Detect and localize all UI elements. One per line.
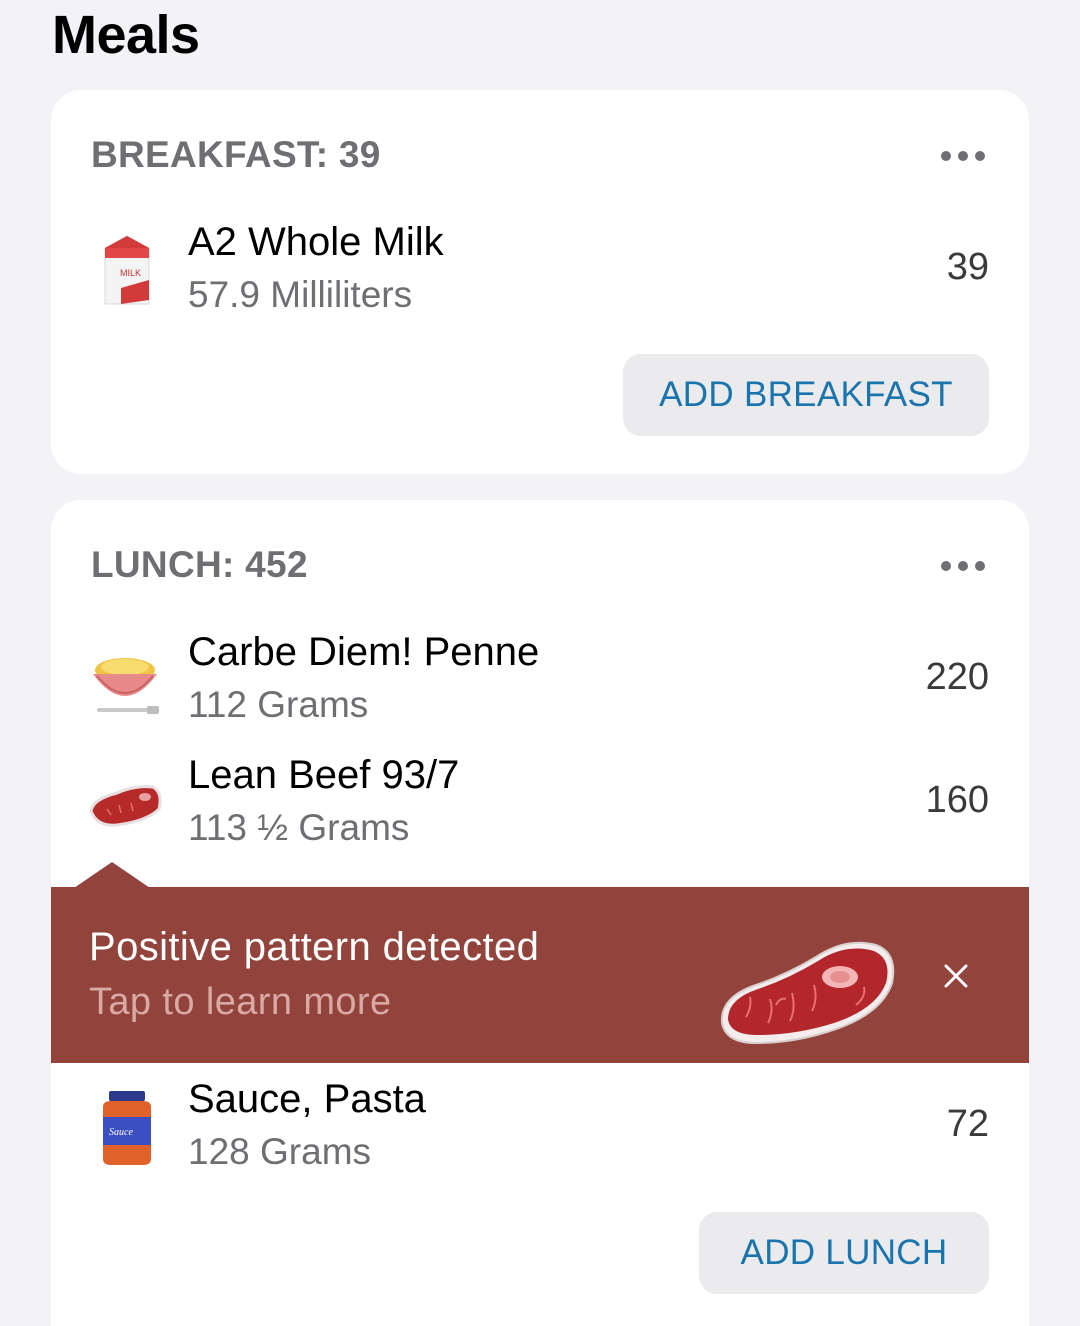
food-quantity: 113 ½ Grams — [188, 807, 410, 848]
insight-banner[interactable]: Positive pattern detected Tap to learn m… — [51, 887, 1029, 1063]
food-item-beef[interactable]: Lean Beef 93/7 113 ½ Grams 160 — [51, 753, 1029, 863]
food-calories: 72 — [946, 1103, 989, 1145]
pasta-bowl-icon — [93, 658, 159, 714]
svg-text:MILK: MILK — [120, 268, 141, 278]
food-quantity: 57.9 Milliliters — [188, 274, 413, 315]
dot — [975, 561, 985, 571]
steak-icon — [89, 785, 162, 827]
steak-icon — [720, 941, 895, 1045]
lunch-more-button[interactable] — [941, 556, 985, 576]
banner-subtitle: Tap to learn more — [89, 981, 392, 1023]
dot — [975, 151, 985, 161]
breakfast-card: BREAKFAST: 39 MILK A2 Whole Milk 57.9 Mi… — [51, 90, 1029, 474]
food-quantity: 112 Grams — [188, 684, 369, 725]
food-item-milk[interactable]: MILK A2 Whole Milk 57.9 Milliliters 39 — [51, 220, 1029, 330]
close-icon[interactable] — [939, 959, 973, 993]
food-calories: 160 — [925, 779, 989, 821]
food-calories: 220 — [925, 656, 989, 698]
breakfast-more-button[interactable] — [941, 146, 985, 166]
food-calories: 39 — [946, 246, 989, 288]
banner-pointer — [74, 862, 150, 888]
page-title: Meals — [52, 5, 200, 65]
food-quantity: 128 Grams — [188, 1131, 372, 1172]
food-name: A2 Whole Milk — [188, 220, 444, 264]
dot — [941, 151, 951, 161]
svg-text:Sauce: Sauce — [109, 1127, 133, 1138]
dot — [958, 561, 968, 571]
banner-title: Positive pattern detected — [89, 925, 540, 969]
food-item-sauce[interactable]: Sauce Sauce, Pasta 128 Grams 72 — [51, 1077, 1029, 1187]
lunch-header: LUNCH: 452 — [91, 544, 308, 585]
breakfast-header: BREAKFAST: 39 — [91, 134, 381, 175]
sauce-jar-icon: Sauce — [103, 1091, 151, 1165]
dot — [958, 151, 968, 161]
food-item-penne[interactable]: Carbe Diem! Penne 112 Grams 220 — [51, 630, 1029, 740]
food-name: Sauce, Pasta — [188, 1077, 426, 1121]
food-name: Carbe Diem! Penne — [188, 630, 540, 674]
add-breakfast-button[interactable]: ADD BREAKFAST — [623, 354, 989, 436]
food-name: Lean Beef 93/7 — [188, 753, 460, 797]
dot — [941, 561, 951, 571]
milk-carton-icon: MILK — [104, 235, 150, 305]
add-lunch-button[interactable]: ADD LUNCH — [699, 1212, 989, 1294]
